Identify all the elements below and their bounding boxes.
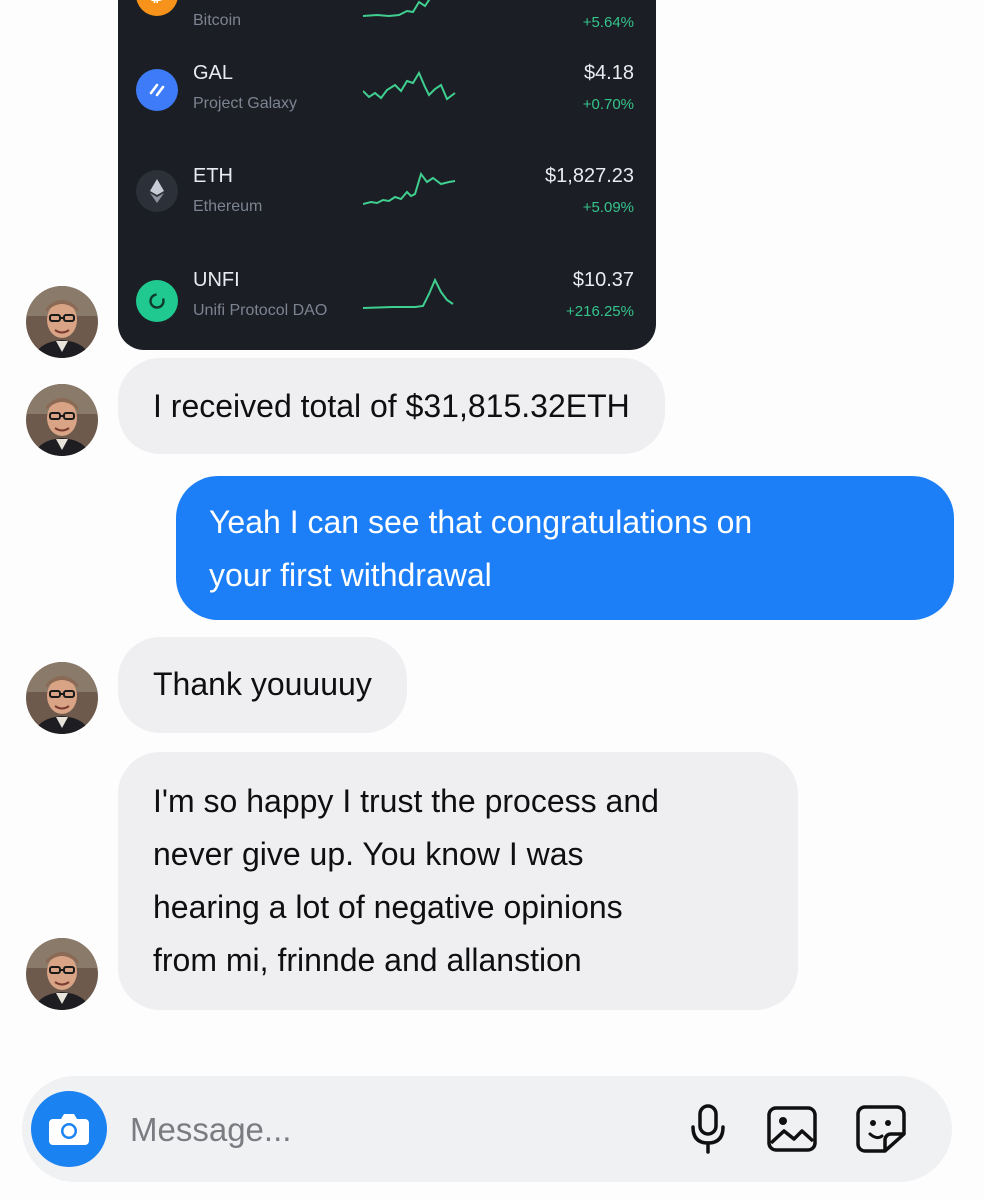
coin-name: Ethereum <box>193 198 263 215</box>
message-bubble-outgoing[interactable]: Yeah I can see that congratulations on y… <box>176 476 954 620</box>
avatar-photo <box>26 662 98 734</box>
message-bubble-incoming[interactable]: I received total of $31,815.32ETH <box>118 358 665 454</box>
message-text-line: I'm so happy I trust the process and <box>153 783 659 819</box>
sticker-icon <box>856 1105 906 1153</box>
svg-text:₿: ₿ <box>150 0 164 6</box>
coin-row-unfi: UNFI Unifi Protocol DAO $10.37 +216.25% <box>118 269 656 350</box>
project-galaxy-icon <box>136 69 178 111</box>
message-bubble-incoming[interactable]: I'm so happy I trust the process and nev… <box>118 752 798 1010</box>
sparkline-chart <box>363 277 454 309</box>
coin-symbol: UNFI <box>193 269 240 291</box>
message-text-line: your first withdrawal <box>209 557 492 593</box>
unifi-icon <box>136 280 178 322</box>
avatar[interactable] <box>26 662 98 734</box>
coin-row-eth: ETH Ethereum $1,827.23 +5.09% <box>118 165 656 258</box>
coin-name: Bitcoin <box>193 12 242 29</box>
coin-row-gal: GAL Project Galaxy $4.18 +0.70% <box>118 62 656 155</box>
coin-name: Unifi Protocol DAO <box>193 302 328 319</box>
microphone-icon <box>691 1104 725 1154</box>
camera-button[interactable] <box>31 1091 107 1167</box>
avatar[interactable] <box>26 384 98 456</box>
message-text: Thank youuuuy <box>153 666 372 702</box>
message-text: I received total of $31,815.32ETH <box>153 388 630 424</box>
sparkline-chart <box>363 70 456 101</box>
coin-symbol: ETH <box>193 165 233 187</box>
coin-change: +216.25% <box>566 303 634 320</box>
sticker-button[interactable] <box>852 1100 910 1158</box>
avatar[interactable] <box>26 286 98 358</box>
message-text-line: never give up. You know I was <box>153 836 584 872</box>
gallery-icon <box>767 1106 817 1152</box>
gallery-button[interactable] <box>763 1100 821 1158</box>
coin-name: Project Galaxy <box>193 95 298 112</box>
avatar-photo <box>26 938 98 1010</box>
coin-change: +5.64% <box>582 14 634 31</box>
coin-symbol: GAL <box>193 62 234 84</box>
sparkline-chart <box>363 0 431 18</box>
chat-screen: ₿ Bitcoin +5.64% GAL Project Galaxy $4 <box>0 0 984 1200</box>
message-text-line: Yeah I can see that congratulations on <box>209 504 753 540</box>
avatar-photo <box>26 286 98 358</box>
voice-message-button[interactable] <box>679 1100 737 1158</box>
message-input[interactable] <box>128 1100 652 1160</box>
coin-price: $1,827.23 <box>545 165 634 187</box>
avatar-photo <box>26 384 98 456</box>
message-composer <box>22 1076 952 1182</box>
coin-row-bitcoin: ₿ Bitcoin +5.64% <box>118 0 656 60</box>
shared-crypto-screenshot[interactable]: ₿ Bitcoin +5.64% GAL Project Galaxy $4 <box>118 0 656 350</box>
message-bubble-incoming[interactable]: Thank youuuuy <box>118 637 407 733</box>
bitcoin-icon: ₿ <box>136 0 178 16</box>
message-text-line: hearing a lot of negative opinions <box>153 889 623 925</box>
coin-change: +0.70% <box>582 96 634 113</box>
coin-change: +5.09% <box>582 199 634 216</box>
sparkline-chart <box>363 171 456 205</box>
camera-icon <box>49 1114 89 1145</box>
coin-price: $4.18 <box>583 62 634 84</box>
avatar[interactable] <box>26 938 98 1010</box>
coin-price: $10.37 <box>572 269 634 291</box>
ethereum-icon <box>136 170 178 212</box>
message-text-line: from mi, frinnde and allanstion <box>153 942 582 978</box>
